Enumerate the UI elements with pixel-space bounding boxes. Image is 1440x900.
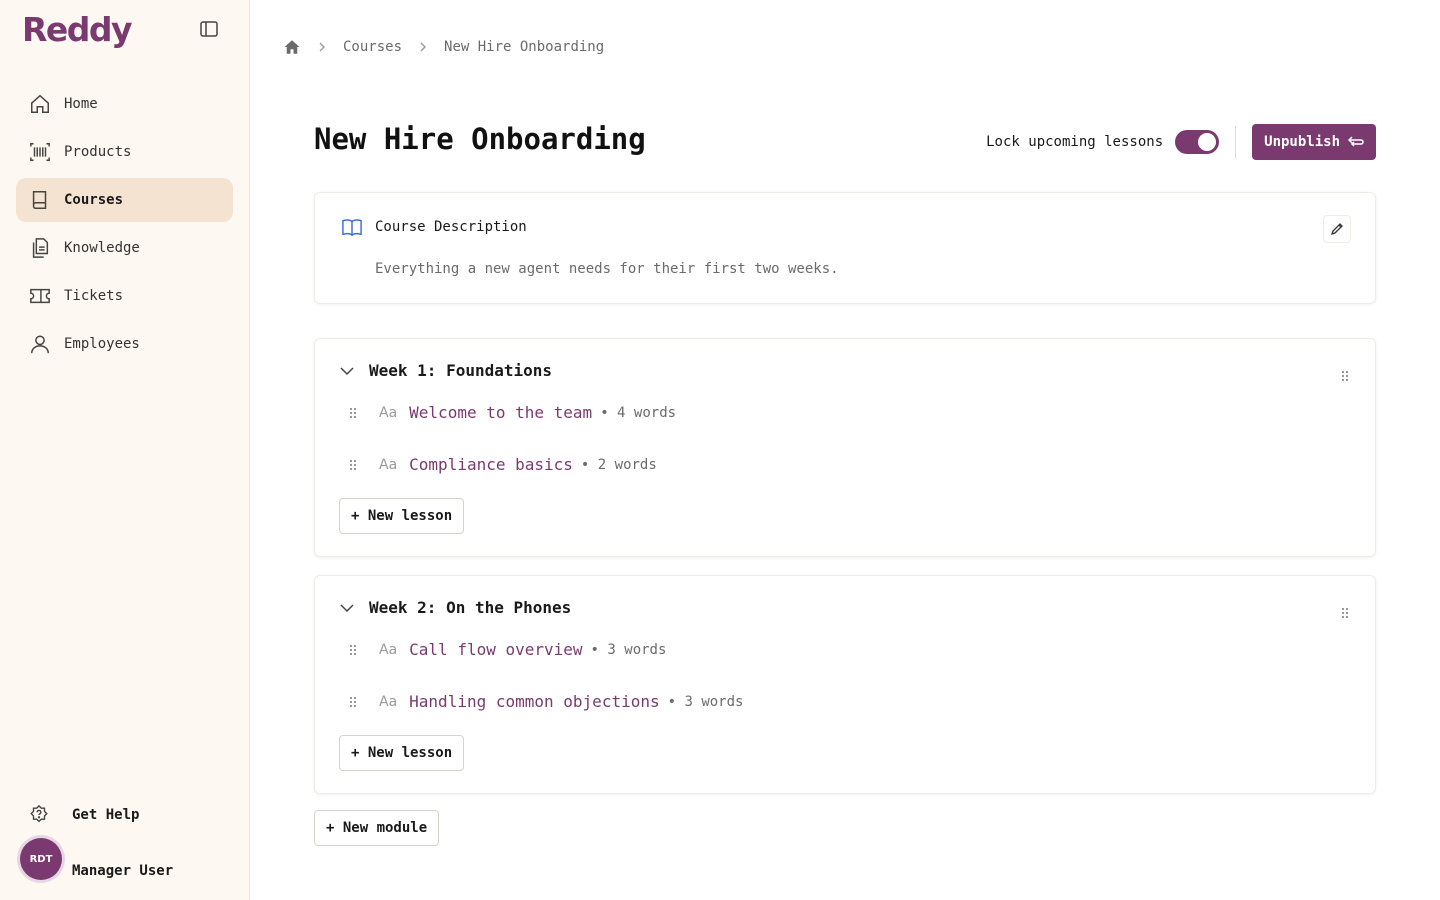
module-header: Week 2: On the Phones xyxy=(339,598,571,617)
lesson-row: Aa Handling common objections • 3 words xyxy=(349,692,743,711)
sidebar-item-label: Courses xyxy=(64,192,124,208)
user-name: Manager User xyxy=(72,863,174,879)
sidebar-item-label: Tickets xyxy=(64,288,124,304)
sidebar-item-label: Employees xyxy=(64,336,140,352)
sidebar-item-label: Home xyxy=(64,96,98,112)
sidebar-nav: Home Products Courses Knowledge Tickets … xyxy=(16,82,233,370)
sidebar: Reddy Home Products Courses Knowledge Ti… xyxy=(0,0,250,900)
app-logo[interactable]: Reddy xyxy=(22,10,133,49)
text-lesson-icon: Aa xyxy=(379,641,398,658)
unpublish-button[interactable]: Unpublish xyxy=(1252,124,1376,160)
sidebar-item-label: Knowledge xyxy=(64,240,140,256)
get-help-label: Get Help xyxy=(72,807,140,823)
get-help-button[interactable]: Get Help xyxy=(28,802,139,828)
sidebar-item-products[interactable]: Products xyxy=(16,130,233,174)
breadcrumb: Courses New Hire Onboarding xyxy=(283,38,604,56)
text-lesson-icon: Aa xyxy=(379,456,398,473)
edit-description-button[interactable] xyxy=(1323,215,1351,243)
lesson-row: Aa Compliance basics • 2 words xyxy=(349,455,657,474)
page-title: New Hire Onboarding xyxy=(314,122,646,156)
drag-handle-icon[interactable] xyxy=(349,459,359,471)
module-card: Week 2: On the Phones Aa Call flow overv… xyxy=(314,575,1376,794)
new-lesson-button[interactable]: + New lesson xyxy=(339,498,465,534)
user-menu[interactable]: RDT Manager User xyxy=(20,838,173,880)
course-description-heading: Course Description xyxy=(375,219,527,235)
lesson-row: Aa Welcome to the team • 4 words xyxy=(349,403,676,422)
lesson-link[interactable]: Call flow overview xyxy=(409,640,582,659)
sidebar-item-knowledge[interactable]: Knowledge xyxy=(16,226,233,270)
module-header: Week 1: Foundations xyxy=(339,361,552,380)
chevron-right-icon xyxy=(418,41,428,53)
module-title: Week 1: Foundations xyxy=(369,361,553,380)
open-book-icon xyxy=(341,217,363,237)
barcode-icon xyxy=(28,140,52,164)
sidebar-toggle-icon[interactable] xyxy=(198,18,220,40)
module-title: Week 2: On the Phones xyxy=(369,598,572,617)
lock-lessons-toggle[interactable] xyxy=(1175,130,1220,154)
lesson-link[interactable]: Welcome to the team xyxy=(409,403,592,422)
book-icon xyxy=(28,188,52,212)
course-description-header: Course Description xyxy=(341,217,527,237)
lock-lessons-label: Lock upcoming lessons xyxy=(986,134,1164,150)
sidebar-item-home[interactable]: Home xyxy=(16,82,233,126)
chevron-right-icon xyxy=(317,41,327,53)
sidebar-item-label: Products xyxy=(64,144,132,160)
lesson-link[interactable]: Handling common objections xyxy=(409,692,659,711)
undo-icon xyxy=(1348,136,1364,147)
home-icon xyxy=(28,92,52,116)
divider xyxy=(1235,126,1237,158)
drag-handle-icon[interactable] xyxy=(1341,367,1349,386)
title-actions: Lock upcoming lessons Unpublish xyxy=(986,124,1376,160)
home-icon[interactable] xyxy=(283,38,301,56)
help-icon xyxy=(28,802,52,828)
ticket-icon xyxy=(28,284,52,308)
lesson-meta: • 4 words xyxy=(600,404,677,421)
new-lesson-button[interactable]: + New lesson xyxy=(339,735,465,771)
drag-handle-icon[interactable] xyxy=(349,696,359,708)
avatar: RDT xyxy=(20,838,62,880)
toggle-knob xyxy=(1198,133,1217,151)
drag-handle-icon[interactable] xyxy=(349,644,359,656)
lesson-row: Aa Call flow overview • 3 words xyxy=(349,640,666,659)
module-card: Week 1: Foundations Aa Welcome to the te… xyxy=(314,338,1376,557)
text-lesson-icon: Aa xyxy=(379,693,398,710)
sidebar-item-courses[interactable]: Courses xyxy=(16,178,233,222)
sidebar-item-tickets[interactable]: Tickets xyxy=(16,274,233,318)
lesson-meta: • 3 words xyxy=(667,693,744,710)
new-module-button[interactable]: + New module xyxy=(314,810,440,846)
lesson-meta: • 3 words xyxy=(590,641,667,658)
course-description-card: Course Description Everything a new agen… xyxy=(314,192,1376,304)
course-description-text: Everything a new agent needs for their f… xyxy=(375,261,839,277)
documents-icon xyxy=(28,236,52,260)
unpublish-label: Unpublish xyxy=(1264,134,1340,150)
chevron-down-icon[interactable] xyxy=(339,603,357,613)
drag-handle-icon[interactable] xyxy=(1341,604,1349,623)
breadcrumb-current: New Hire Onboarding xyxy=(444,39,605,55)
main-content: Courses New Hire Onboarding New Hire Onb… xyxy=(250,0,1440,900)
lesson-link[interactable]: Compliance basics xyxy=(409,455,573,474)
chevron-down-icon[interactable] xyxy=(339,366,357,376)
text-lesson-icon: Aa xyxy=(379,404,398,421)
sidebar-item-employees[interactable]: Employees xyxy=(16,322,233,366)
drag-handle-icon[interactable] xyxy=(349,407,359,419)
user-icon xyxy=(28,332,52,356)
pencil-icon xyxy=(1330,223,1343,236)
breadcrumb-courses[interactable]: Courses xyxy=(343,39,402,55)
lesson-meta: • 2 words xyxy=(580,456,657,473)
